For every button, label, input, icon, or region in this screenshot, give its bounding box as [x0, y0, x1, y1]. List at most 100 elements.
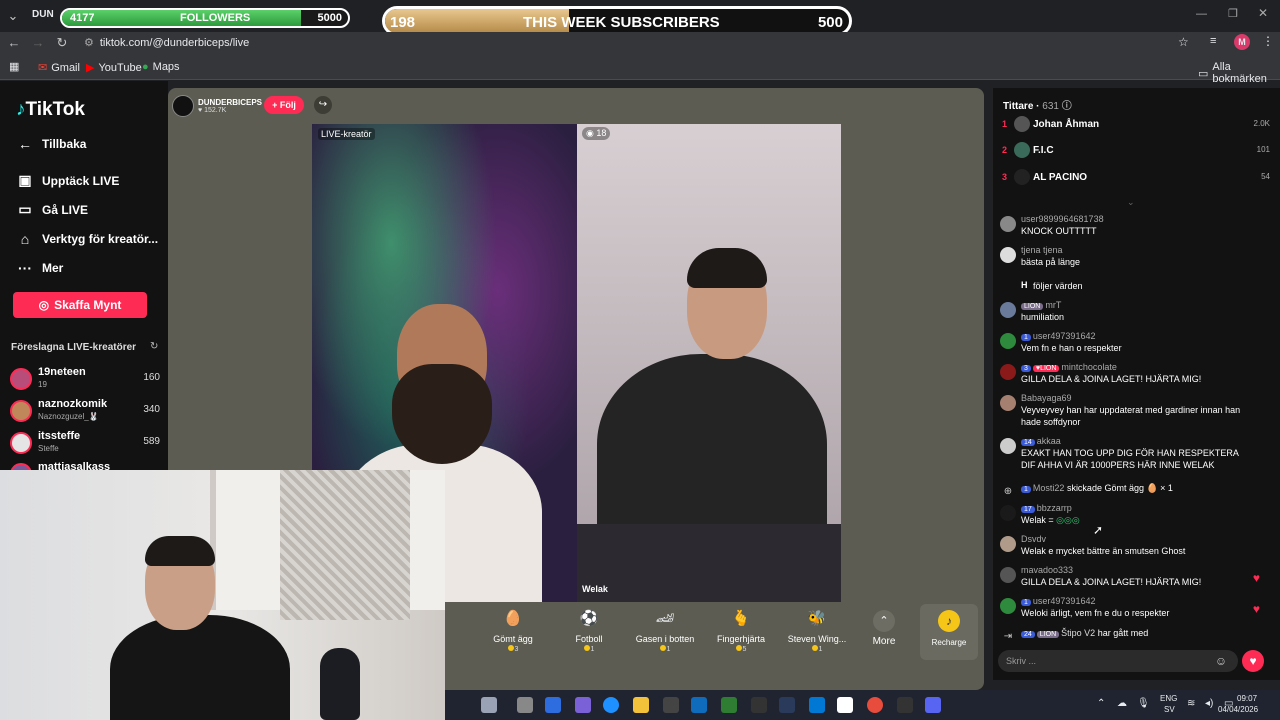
- bookmark-gmail[interactable]: ✉ Gmail: [38, 61, 80, 75]
- app-icon[interactable]: [721, 697, 737, 713]
- tiktok-logo[interactable]: ♪TikTok: [16, 99, 85, 121]
- chat-username[interactable]: Dsvdv: [1021, 534, 1046, 544]
- more-gifts-button[interactable]: ⌃ More: [862, 610, 906, 647]
- follow-button[interactable]: + Följ: [264, 96, 304, 114]
- suggested-creator[interactable]: naznozkomik Naznozguzel_🐰 340: [10, 398, 160, 426]
- back-label: Tillbaka: [42, 137, 87, 151]
- bookmark-maps[interactable]: ● Maps: [142, 61, 180, 73]
- chat-username[interactable]: user497391642: [1033, 331, 1096, 341]
- profile-avatar[interactable]: M: [1234, 34, 1250, 50]
- bookmark-star-icon[interactable]: ☆: [1178, 35, 1189, 49]
- chat-username[interactable]: bbzzarrp: [1037, 503, 1072, 513]
- nav-creator-tools[interactable]: ⌂ Verktyg för kreatör...: [16, 231, 158, 247]
- guest-name-label: Welak: [582, 584, 608, 594]
- back-icon[interactable]: ←: [5, 32, 23, 54]
- chat-username[interactable]: mrT: [1045, 300, 1061, 310]
- wifi-icon[interactable]: ≋: [1187, 698, 1195, 709]
- info-icon[interactable]: ⓘ: [1062, 101, 1072, 112]
- forward-icon[interactable]: →: [29, 32, 47, 54]
- ranking-row[interactable]: 3 AL PACINO 54: [1002, 169, 1270, 187]
- emoji-icon[interactable]: ☺: [1214, 654, 1228, 668]
- outlook-icon[interactable]: [691, 697, 707, 713]
- suggested-creator[interactable]: itssteffe Steffe 589: [10, 430, 160, 458]
- chat-username[interactable]: user9899964681738: [1021, 214, 1104, 224]
- gift-item[interactable]: ⚽ Fotboll 1: [552, 608, 626, 653]
- host-header[interactable]: DUNDERBICEPS ♥ 152.7K: [172, 94, 262, 118]
- chat-input[interactable]: Skriv ...: [998, 650, 1238, 672]
- chat-username[interactable]: mintchocolate: [1061, 362, 1117, 372]
- gift-item[interactable]: 🏎 Gasen i botten 1: [628, 608, 702, 653]
- viewers-header[interactable]: Tittare · 631 ⓘ: [1003, 97, 1072, 112]
- recharge-button[interactable]: ♪ Recharge: [920, 604, 978, 660]
- reload-icon[interactable]: ↻: [53, 32, 71, 54]
- gamepass-icon[interactable]: [751, 697, 767, 713]
- ranking-row[interactable]: 1 Johan Åhman 2.0K: [1002, 116, 1270, 134]
- mic-icon[interactable]: 🎙: [1137, 698, 1150, 709]
- task-view-icon[interactable]: [517, 697, 533, 713]
- bookmark-youtube[interactable]: ▶ YouTube: [86, 61, 142, 75]
- subscribers-label: THIS WEEK SUBSCRIBERS: [523, 14, 720, 31]
- language-indicator[interactable]: ENG: [1160, 694, 1177, 703]
- guest-video[interactable]: [577, 124, 841, 602]
- chat-username[interactable]: Mosti22: [1033, 483, 1065, 493]
- chat-username[interactable]: Babayaga69: [1021, 393, 1072, 403]
- maximize-icon[interactable]: ❐: [1228, 7, 1238, 20]
- live-creator-label: LIVE-kreatör: [318, 128, 375, 140]
- coin-icon: ◉: [586, 128, 597, 138]
- store-icon[interactable]: [663, 697, 679, 713]
- chat-username[interactable]: mavadoo333: [1021, 565, 1073, 575]
- app-icon[interactable]: [779, 697, 795, 713]
- reading-list-icon[interactable]: ≡: [1210, 35, 1216, 47]
- nav-go-live[interactable]: ▭ Gå LIVE: [16, 201, 88, 218]
- get-coins-button[interactable]: ◎ Skaffa Mynt: [13, 292, 147, 318]
- suggested-creator[interactable]: 19neteen 19 160: [10, 366, 160, 394]
- chat-username[interactable]: akkaa: [1037, 436, 1061, 446]
- app-icon[interactable]: [809, 697, 825, 713]
- nav-label: Verktyg för kreatör...: [42, 232, 159, 246]
- finger-heart-icon: 🫰: [731, 610, 751, 627]
- chat-username[interactable]: user497391642: [1033, 596, 1096, 606]
- share-icon[interactable]: ↪: [314, 96, 332, 114]
- url-field[interactable]: ⚙ tiktok.com/@dunderbiceps/live: [84, 35, 1204, 51]
- apps-grid-icon[interactable]: ▦: [9, 60, 19, 73]
- bookmark-label: YouTube: [98, 61, 142, 74]
- chevron-down-icon[interactable]: ⌄: [1127, 197, 1135, 208]
- chat-username[interactable]: H: [1021, 280, 1028, 290]
- tray-app-icon[interactable]: ☁: [1117, 698, 1127, 709]
- chat-text: humiliation: [1021, 312, 1065, 322]
- browser-tab-label[interactable]: DUN: [32, 9, 54, 20]
- ranking-row[interactable]: 2 F.I.C 101: [1002, 142, 1270, 160]
- app-icon[interactable]: [837, 697, 853, 713]
- region-indicator[interactable]: SV: [1164, 705, 1175, 714]
- file-explorer-icon[interactable]: [633, 697, 649, 713]
- volume-icon[interactable]: ◂): [1205, 698, 1213, 709]
- tray-chevron-icon[interactable]: ⌃: [1097, 698, 1105, 709]
- copilot-icon[interactable]: [545, 697, 561, 713]
- teams-icon[interactable]: [575, 697, 591, 713]
- gift-item[interactable]: 🐝 Steven Wing... 1: [780, 608, 854, 653]
- minimize-icon[interactable]: —: [1196, 8, 1207, 20]
- chrome-icon[interactable]: [867, 697, 883, 713]
- gift-price: 3: [476, 645, 550, 653]
- close-window-icon[interactable]: ✕: [1258, 6, 1268, 20]
- app-icon[interactable]: [897, 697, 913, 713]
- nav-label: Gå LIVE: [42, 202, 89, 217]
- all-bookmarks[interactable]: ▭ Alla bokmärken: [1198, 61, 1280, 85]
- chat-username[interactable]: Štipo V2: [1061, 628, 1095, 638]
- refresh-icon[interactable]: ↻: [150, 341, 158, 352]
- heart-button[interactable]: ♥: [1242, 650, 1264, 672]
- edge-icon[interactable]: [603, 697, 619, 713]
- tab-list-icon[interactable]: ⌄: [4, 5, 22, 27]
- site-info-icon[interactable]: ⚙: [84, 37, 94, 49]
- gift-item[interactable]: 🫰 Fingerhjärta 5: [704, 608, 778, 653]
- discord-icon[interactable]: [925, 697, 941, 713]
- back-link[interactable]: ← Tillbaka: [16, 136, 86, 152]
- clock-time[interactable]: 09:07: [1237, 694, 1257, 703]
- chat-username[interactable]: tjena tjena: [1021, 245, 1063, 255]
- taskbar-app-icon[interactable]: [481, 697, 497, 713]
- nav-discover-live[interactable]: ▣ Upptäck LIVE: [16, 172, 119, 189]
- nav-more[interactable]: ··· Mer: [16, 260, 63, 276]
- gift-item[interactable]: 🥚 Gömt ägg 3: [476, 608, 550, 653]
- clock-date[interactable]: 04/04/2026: [1218, 705, 1258, 714]
- browser-menu-icon[interactable]: ⋮: [1262, 34, 1274, 48]
